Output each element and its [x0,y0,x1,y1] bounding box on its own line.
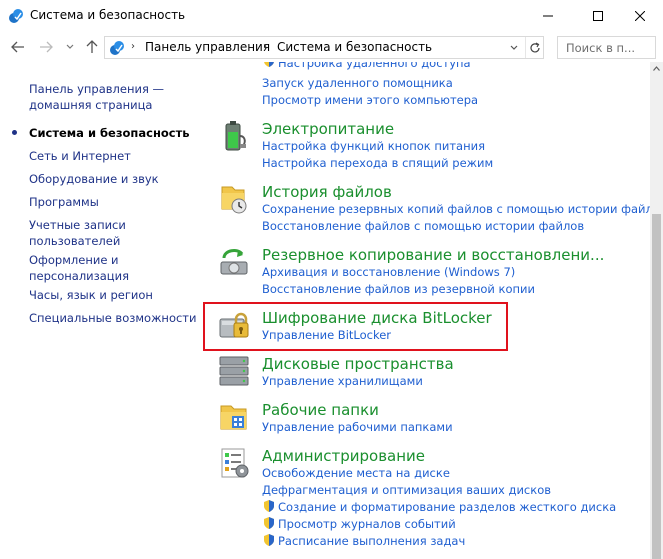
current-item-bullet [12,130,17,135]
nav-ease-of-access[interactable]: Специальные возможности [29,310,196,326]
maximize-button[interactable] [575,0,621,32]
minimize-icon [543,15,553,17]
breadcrumb-control-panel[interactable]: Панель управления [145,40,270,54]
nav-programs[interactable]: Программы [29,194,99,210]
address-history-button[interactable] [504,37,524,58]
category-title[interactable]: История файлов [262,183,392,201]
link-power-buttons[interactable]: Настройка функций кнопок питания [262,139,485,153]
up-button[interactable] [82,37,102,57]
shield-icon [264,517,274,529]
minimize-button[interactable] [525,0,571,32]
link-defragment[interactable]: Дефрагментация и оптимизация ваших диско… [262,483,551,497]
bitlocker-highlight-frame [203,302,508,351]
category-title[interactable]: Дисковые пространства [262,355,454,373]
nav-appearance-personalization[interactable]: Оформление и персонализация [29,252,129,284]
breadcrumb-system-security[interactable]: Система и безопасность [277,40,432,54]
forward-button[interactable] [36,37,56,57]
scrollbar-thumb[interactable] [652,214,661,559]
arrow-left-icon [11,41,24,53]
arrow-up-icon [86,40,98,53]
link-disk-partitions[interactable]: Создание и форматирование разделов жестк… [278,500,616,514]
work-folders-icon [220,405,247,430]
search-placeholder: Поиск в п... [566,41,635,55]
chevron-right-icon[interactable]: › [263,41,267,52]
link-restore-file-history[interactable]: Восстановление файлов с помощью истории … [262,219,584,233]
backup-restore-icon [220,249,248,275]
link-task-scheduler[interactable]: Расписание выполнения задач [278,534,465,548]
window-title: Система и безопасность [30,8,186,22]
arrow-right-icon [40,41,53,53]
link-backup-windows7[interactable]: Архивация и восстановление (Windows 7) [262,265,515,279]
control-panel-icon [110,41,124,55]
navigation-bar: › Панель управления › Система и безопасн… [0,32,663,62]
shield-icon [264,534,274,546]
refresh-button[interactable] [525,37,544,58]
chevron-right-icon[interactable]: › [131,41,135,52]
title-bar: Система и безопасность [0,0,663,32]
battery-icon [225,121,246,151]
nav-hardware-sound[interactable]: Оборудование и звук [29,171,159,187]
chevron-up-icon [653,66,660,71]
maximize-icon [593,11,603,21]
address-bar[interactable]: › Панель управления › Система и безопасн… [104,36,544,59]
storage-spaces-icon [219,356,249,386]
left-navigation: Панель управления — домашняя страница Сис… [0,62,200,559]
link-disk-cleanup[interactable]: Освобождение места на диске [262,466,450,480]
link-manage-work-folders[interactable]: Управление рабочими папками [262,420,453,434]
search-input[interactable]: Поиск в п... [557,36,656,59]
file-history-icon [221,186,247,214]
category-title[interactable]: Электропитание [262,120,394,138]
recent-locations-button[interactable] [60,37,80,57]
shield-icon [264,62,274,67]
admin-tools-icon [221,448,249,478]
link-event-logs[interactable]: Просмотр журналов событий [278,517,456,531]
nav-user-accounts[interactable]: Учетные записи пользователей [29,217,126,249]
link-backup-file-history[interactable]: Сохранение резервных копий файлов с помо… [262,202,650,216]
control-panel-icon [9,9,23,23]
category-title[interactable]: Администрирование [262,447,425,465]
link-remote-access[interactable]: Настройка удаленного доступа [278,62,471,70]
close-icon [635,11,645,21]
link-computer-name[interactable]: Просмотр имени этого компьютера [262,93,478,107]
link-remote-assistance[interactable]: Запуск удаленного помощника [262,76,453,90]
nav-home-link[interactable]: Панель управления — домашняя страница [29,81,164,113]
vertical-scrollbar[interactable] [650,62,663,559]
chevron-down-icon [510,45,518,50]
category-title[interactable]: Резервное копирование и восстановлени... [262,246,604,264]
back-button[interactable] [8,37,28,57]
link-sleep-mode[interactable]: Настройка перехода в спящий режим [262,156,493,170]
scroll-up-button[interactable] [650,62,663,75]
chevron-down-icon [66,44,74,49]
close-button[interactable] [617,0,663,32]
refresh-icon [530,41,540,52]
link-restore-from-backup[interactable]: Восстановление файлов из резервной копии [262,282,535,296]
link-manage-storage[interactable]: Управление хранилищами [262,374,423,388]
shield-icon [264,500,274,512]
category-title[interactable]: Рабочие папки [262,401,379,419]
nav-clock-language-region[interactable]: Часы, язык и регион [29,287,153,303]
nav-system-security: Система и безопасность [29,126,190,140]
nav-network-internet[interactable]: Сеть и Интернет [29,148,131,164]
